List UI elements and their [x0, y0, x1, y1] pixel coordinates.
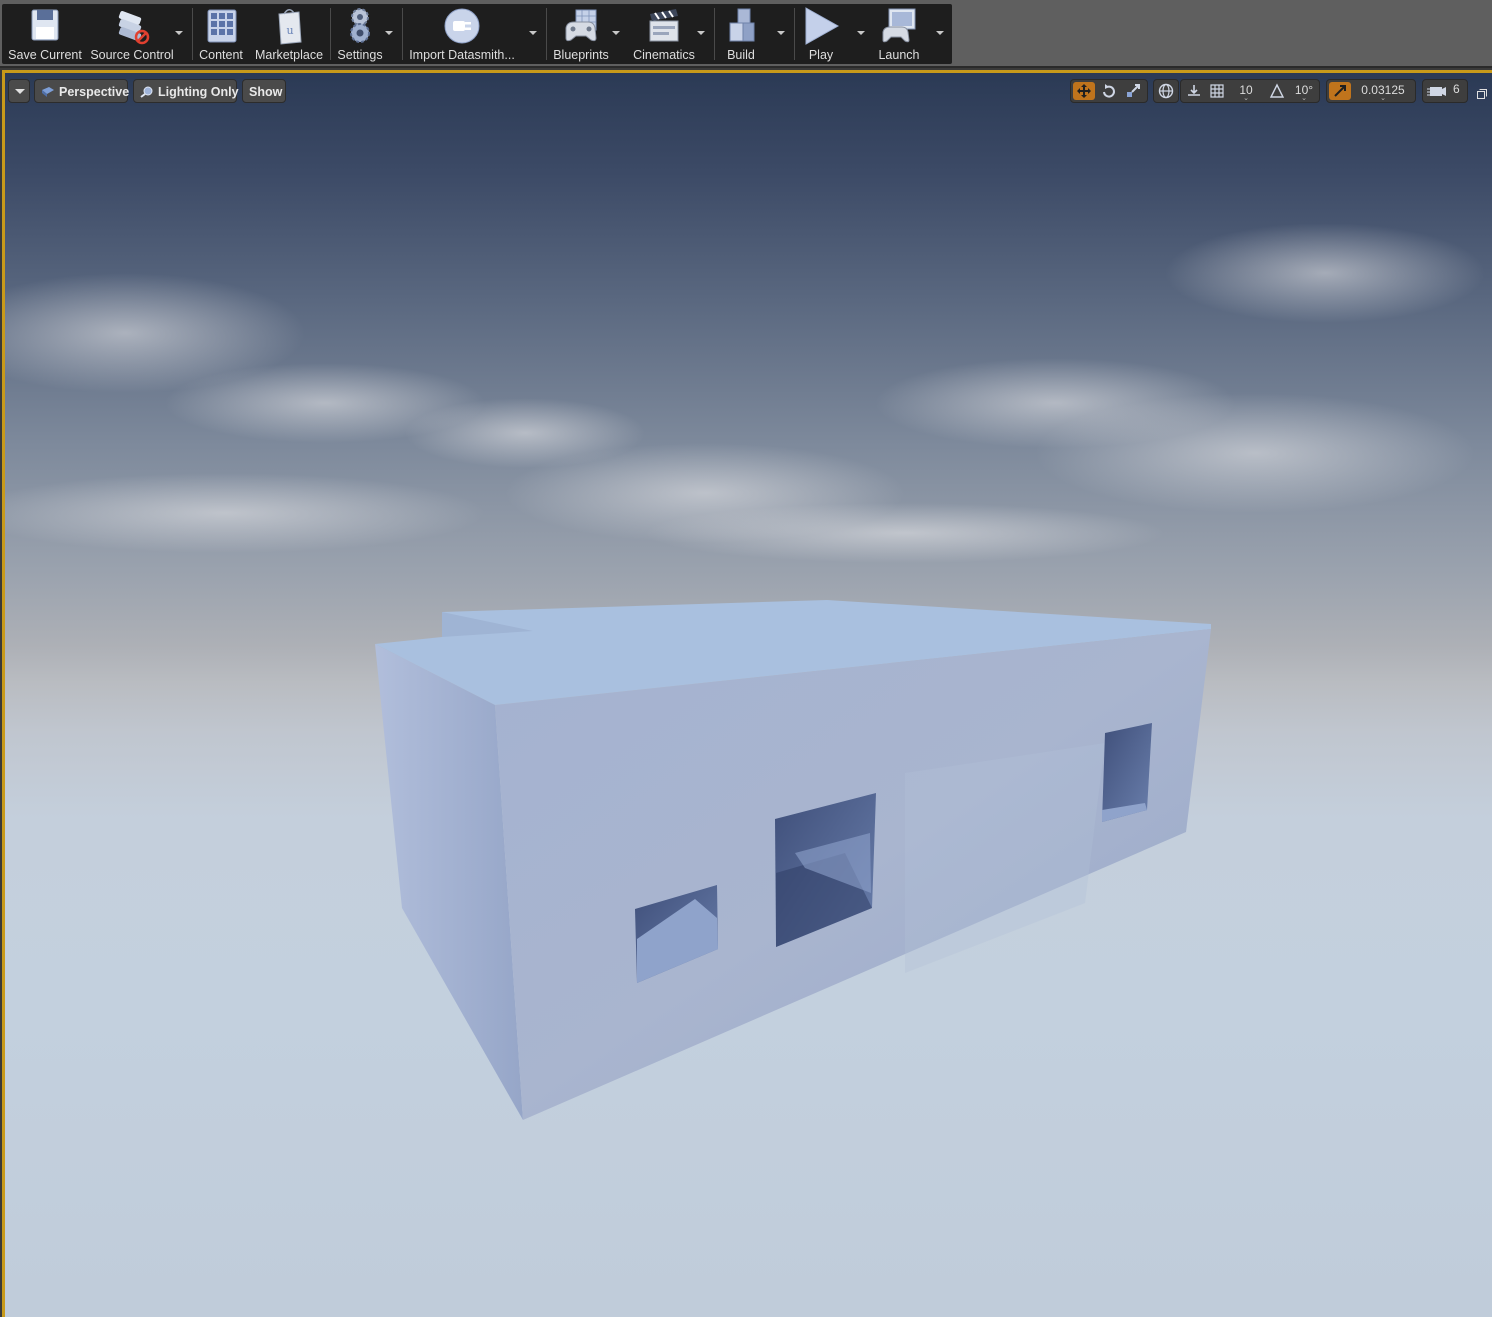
- translate-mode-button[interactable]: [1073, 82, 1095, 100]
- scale-snap-value[interactable]: 0.03125 ⌄: [1353, 80, 1413, 102]
- play-dropdown[interactable]: [857, 31, 865, 35]
- rotate-icon: [1103, 84, 1115, 98]
- launch-dropdown[interactable]: [936, 31, 944, 35]
- toolbar-separator: [192, 8, 193, 60]
- toolbar-separator: [330, 8, 331, 60]
- play-button[interactable]: Play: [798, 4, 844, 64]
- build-blocks-icon: [729, 8, 755, 42]
- show-button[interactable]: Show: [242, 79, 286, 103]
- build-dropdown[interactable]: [777, 31, 785, 35]
- import-datasmith-button[interactable]: Import Datasmith...: [406, 4, 518, 64]
- save-current-button[interactable]: Save Current: [6, 4, 84, 64]
- marketplace-button[interactable]: u Marketplace: [252, 4, 326, 64]
- rotation-snap-value[interactable]: 10° ⌄: [1289, 80, 1319, 102]
- settings-button[interactable]: Settings: [334, 4, 386, 64]
- build-button[interactable]: Build: [718, 4, 764, 64]
- scale-snap-icon: [1334, 85, 1346, 97]
- settings-dropdown[interactable]: [385, 31, 393, 35]
- rotate-mode-button[interactable]: [1098, 82, 1120, 100]
- grid-snap-toggle[interactable]: [1206, 82, 1228, 100]
- content-grid-icon: [207, 9, 237, 43]
- toolbar-separator: [402, 8, 403, 60]
- play-triangle-icon: [805, 7, 840, 45]
- launch-monitor-icon: [882, 8, 916, 43]
- surface-snap-button[interactable]: [1183, 82, 1205, 100]
- maximize-viewport-button[interactable]: [1477, 84, 1487, 99]
- viewport-scene: [5, 223, 1485, 1120]
- blueprints-button[interactable]: Blueprints: [550, 4, 612, 64]
- lighting-only-button[interactable]: Lighting Only: [133, 79, 239, 103]
- cinematics-button[interactable]: Cinematics: [630, 4, 698, 64]
- rotation-snap-toggle[interactable]: [1266, 82, 1288, 100]
- settings-gears-icon: [350, 8, 370, 43]
- source-control-icon: [118, 11, 150, 45]
- toolbar-separator: [546, 8, 547, 60]
- sky-clouds: [5, 223, 1485, 563]
- coordinate-system-button[interactable]: [1153, 79, 1179, 103]
- clapperboard-icon: [649, 9, 679, 42]
- camera-icon: [1427, 87, 1446, 96]
- blueprints-dropdown[interactable]: [612, 31, 620, 35]
- floppy-disk-icon: [31, 9, 59, 41]
- grid-icon: [1210, 84, 1224, 98]
- source-control-dropdown[interactable]: [175, 31, 183, 35]
- blueprints-gamepad-icon: [565, 9, 597, 42]
- svg-text:u: u: [286, 24, 293, 37]
- building-mesh: [375, 600, 1211, 1120]
- content-button[interactable]: Content: [196, 4, 246, 64]
- source-control-button[interactable]: Source Control: [88, 4, 176, 64]
- datasmith-plug-icon: [444, 8, 480, 44]
- level-viewport[interactable]: Perspective Lighting Only Show 10 ⌄ 10° …: [2, 70, 1492, 1317]
- marketplace-bag-icon: u: [278, 9, 302, 45]
- camera-speed-button[interactable]: 6: [1422, 79, 1468, 103]
- snap-settings-group: 10 ⌄ 10° ⌄: [1180, 79, 1320, 103]
- grid-snap-value[interactable]: 10 ⌄: [1231, 80, 1261, 102]
- surface-snap-icon: [1188, 85, 1200, 96]
- scale-icon: [1127, 84, 1140, 97]
- restore-window-icon: [1477, 89, 1487, 99]
- viewport-options-button[interactable]: [8, 79, 30, 103]
- main-toolbar: Save Current Source Control Content u Ma…: [0, 0, 1492, 68]
- perspective-cube-icon: [42, 87, 54, 97]
- globe-icon: [1158, 83, 1174, 99]
- import-datasmith-dropdown[interactable]: [529, 31, 537, 35]
- perspective-button[interactable]: Perspective: [34, 79, 129, 103]
- launch-button[interactable]: Launch: [872, 4, 926, 64]
- scale-mode-button[interactable]: [1122, 82, 1144, 100]
- toolbar-separator: [714, 8, 715, 60]
- scale-snap-toggle[interactable]: [1329, 82, 1351, 100]
- lighting-magnifier-icon: [140, 86, 153, 98]
- chevron-down-icon: [15, 89, 25, 94]
- toolbar-separator: [794, 8, 795, 60]
- scale-snap-group: 0.03125 ⌄: [1326, 79, 1416, 103]
- angle-icon: [1269, 83, 1285, 98]
- move-arrows-icon: [1077, 84, 1091, 98]
- transform-mode-group: [1070, 79, 1148, 103]
- cinematics-dropdown[interactable]: [697, 31, 705, 35]
